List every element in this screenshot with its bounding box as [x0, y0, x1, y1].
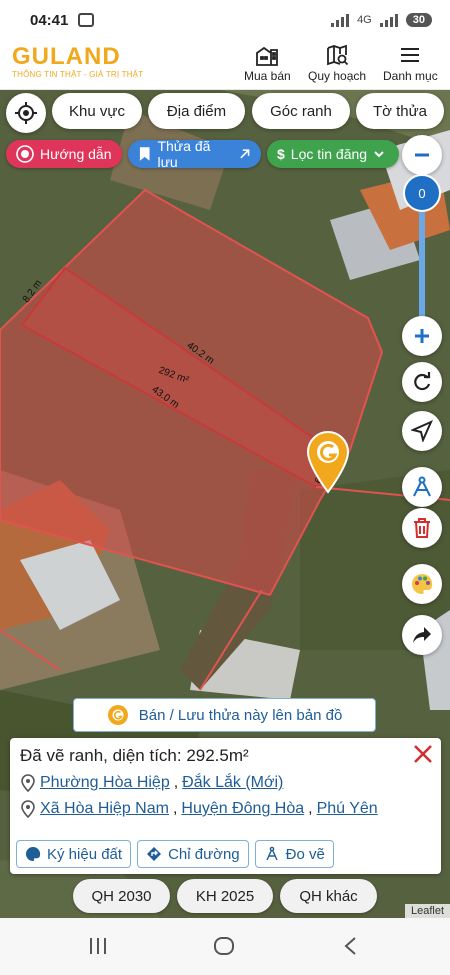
palette-icon [26, 846, 41, 861]
chevron-down-icon [374, 151, 384, 158]
commune-link[interactable]: Xã Hòa Hiệp Nam [40, 800, 169, 818]
logo[interactable]: GULAND THÔNG TIN THẬT - GIÁ TRỊ THẬT [12, 43, 144, 80]
filter-to-thua[interactable]: Tờ thửa [356, 93, 444, 129]
map-search-icon [327, 44, 349, 66]
navigation-arrow-icon [411, 420, 433, 442]
sell-bar-label: Bán / Lưu thửa này lên bản đồ [138, 706, 343, 724]
nav-danh-muc[interactable]: Danh mục [383, 44, 438, 83]
address-row-new: Phường Hòa Hiệp, Đắk Lắk (Mới) [20, 774, 431, 792]
crosshair-icon [15, 102, 37, 124]
nav-label: Mua bán [244, 69, 291, 83]
zoom-out-button[interactable] [402, 135, 442, 175]
guide-chip[interactable]: Hướng dẫn [6, 140, 122, 168]
filter-dia-diem[interactable]: Địa điểm [148, 93, 245, 129]
comma: , [173, 774, 179, 791]
drafting-compass-icon [413, 476, 431, 497]
plus-icon [415, 329, 429, 343]
land-symbol-button[interactable]: Ký hiệu đất [16, 840, 132, 868]
address-row-old: Xã Hòa Hiệp Nam, Huyện Đông Hòa, Phú Yên [20, 800, 431, 818]
back-icon[interactable] [343, 936, 357, 956]
minus-icon [415, 153, 429, 157]
app-header: GULAND THÔNG TIN THẬT - GIÁ TRỊ THẬT Mua… [0, 40, 450, 90]
buildings-icon [256, 46, 279, 66]
battery-level: 30 [405, 13, 432, 27]
delete-button[interactable] [402, 508, 442, 548]
palette-button[interactable] [402, 564, 442, 604]
nav-label: Danh mục [383, 69, 438, 83]
sell-save-parcel-button[interactable]: Bán / Lưu thửa này lên bản đồ [73, 698, 376, 732]
parcel-info-card: Đã vẽ ranh, diện tích: 292.5m² Phường Hò… [10, 738, 441, 874]
action-label: Ký hiệu đất [47, 845, 123, 863]
share-arrow-icon [413, 627, 431, 643]
measure-button[interactable] [402, 467, 442, 507]
system-nav-bar [0, 918, 450, 975]
external-link-icon [239, 149, 249, 159]
directions-icon [147, 847, 162, 861]
map-attribution[interactable]: Leaflet [404, 904, 450, 918]
navigate-button[interactable] [402, 411, 442, 451]
nav-label: Quy hoạch [308, 69, 367, 83]
guland-pin-icon [107, 705, 128, 725]
refresh-icon [414, 372, 431, 391]
action-label: Chỉ đường [168, 845, 240, 863]
logo-tagline: THÔNG TIN THẬT - GIÁ TRỊ THẬT [12, 70, 144, 79]
province-link[interactable]: Đắk Lắk (Mới) [182, 774, 283, 792]
play-circle-icon [16, 145, 34, 163]
district-link[interactable]: Huyện Đông Hòa [181, 800, 304, 818]
screen-record-icon [78, 13, 95, 27]
bookmark-icon [139, 147, 150, 161]
filter-goc-ranh[interactable]: Góc ranh [252, 93, 350, 129]
tab-qh-2030[interactable]: QH 2030 [73, 879, 170, 913]
comma: , [172, 800, 178, 817]
location-pin-icon [21, 800, 35, 818]
map-pin-icon[interactable] [304, 430, 352, 494]
refresh-button[interactable] [402, 362, 442, 402]
measure-draw-button[interactable]: Đo vẽ [254, 840, 334, 868]
zoom-in-button[interactable] [402, 316, 442, 356]
home-icon[interactable] [213, 936, 235, 956]
saved-chip-label: Thửa đã lưu [157, 138, 211, 170]
locate-button[interactable] [6, 93, 46, 133]
location-pin-icon [21, 774, 35, 792]
directions-button[interactable]: Chỉ đường [137, 840, 249, 868]
province-old-link[interactable]: Phú Yên [317, 800, 378, 818]
status-bar: 04:41 4G 30 [0, 0, 450, 40]
action-label: Đo vẽ [285, 845, 325, 863]
nav-mua-ban[interactable]: Mua bán [244, 44, 291, 83]
close-icon[interactable] [411, 742, 435, 766]
network-type: 4G [357, 14, 372, 26]
comma: , [308, 800, 313, 817]
parcel-area-title: Đã vẽ ranh, diện tích: 292.5m² [20, 746, 249, 765]
recent-apps-icon[interactable] [88, 937, 108, 955]
drafting-compass-icon [266, 846, 278, 861]
trash-icon [414, 518, 430, 538]
status-time: 04:41 [30, 11, 69, 29]
ward-link[interactable]: Phường Hòa Hiệp [40, 774, 170, 792]
menu-icon [401, 48, 420, 62]
tab-qh-khac[interactable]: QH khác [280, 879, 377, 913]
info-actions: Ký hiệu đất Chỉ đường Đo vẽ [16, 840, 334, 868]
status-icons: 4G 30 [331, 13, 432, 27]
signal-icon-2 [379, 13, 398, 27]
filter-khu-vuc[interactable]: Khu vực [52, 93, 142, 129]
tab-kh-2025[interactable]: KH 2025 [177, 879, 273, 913]
logo-text: GULAND [12, 43, 121, 70]
signal-icon [331, 13, 350, 27]
filter-chip-label: Lọc tin đăng [290, 146, 368, 162]
map-view[interactable]: 8.2 m 40.2 m 292 m² 43.0 m 6.1 m Khu vực… [0, 90, 450, 918]
filter-listings-chip[interactable]: $ Lọc tin đăng [267, 140, 399, 168]
zoom-level: 0 [418, 185, 426, 201]
nav-quy-hoach[interactable]: Quy hoạch [308, 44, 366, 83]
saved-parcels-chip[interactable]: Thửa đã lưu [128, 138, 261, 170]
guide-chip-label: Hướng dẫn [40, 146, 112, 162]
dollar-icon: $ [277, 146, 285, 162]
share-button[interactable] [402, 615, 442, 655]
palette-icon [412, 573, 433, 594]
